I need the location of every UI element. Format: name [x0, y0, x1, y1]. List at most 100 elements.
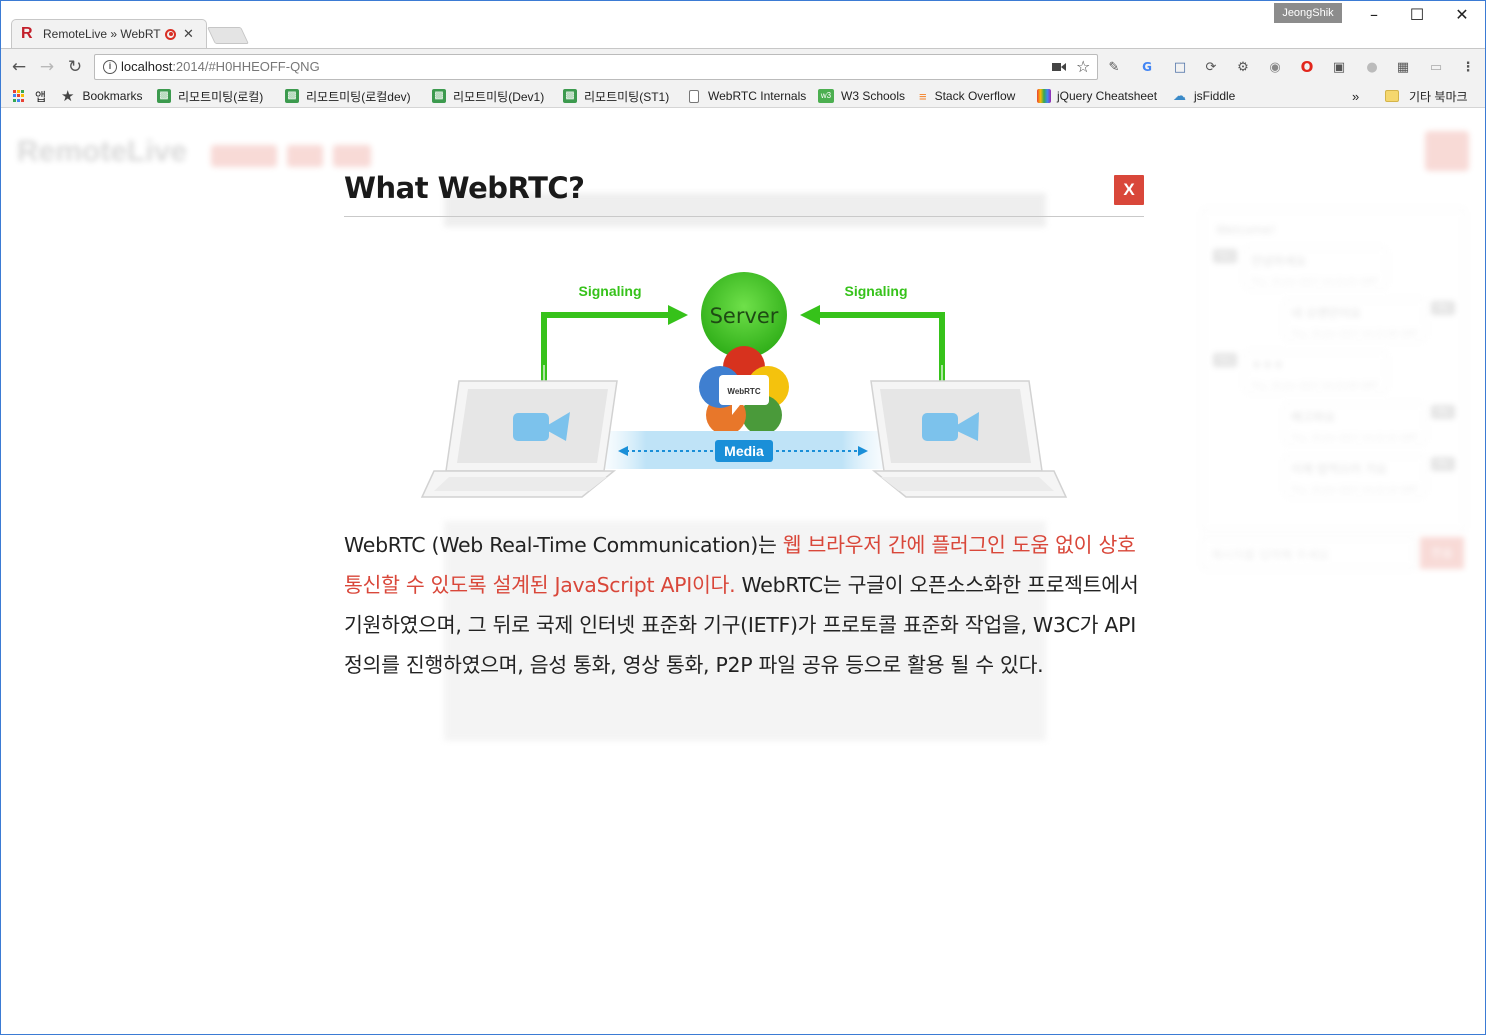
puzzle-icon[interactable]: ▣ [1330, 59, 1348, 76]
menu-dots-icon[interactable]: ⋮ [1459, 59, 1477, 76]
new-tab-button[interactable] [207, 27, 249, 44]
webrtc-logo-icon: WebRTC [699, 346, 789, 435]
chat-message: 이제 밥먹으러 가요 Thu, 15 Jun 2017 14:22:23 GMT [1284, 455, 1426, 497]
bookmark-star-icon[interactable]: ☆ [1076, 57, 1090, 76]
modal-description: WebRTC (Web Real-Time Communication)는 웹 … [344, 525, 1144, 685]
other-bookmarks-label: 기타 북마크 [1409, 89, 1468, 104]
chat-welcome: Welcome! [1216, 223, 1276, 237]
film-icon[interactable]: ▦ [1394, 59, 1412, 76]
chat-message: 안녕하세요 Thu, 15 Jun 2017 14:22:01 GMT [1244, 247, 1387, 289]
forward-arrow-icon[interactable]: → [37, 56, 57, 78]
media-band: Media [604, 431, 884, 469]
bookmark-label: W3 Schools [841, 89, 906, 103]
camera-capture-icon[interactable]: ◉ [1266, 59, 1284, 76]
bg-action-button [1425, 131, 1469, 171]
signaling-right-label: Signaling [845, 283, 908, 299]
media-label: Media [724, 443, 764, 459]
profile-badge[interactable]: JeongShik [1274, 3, 1342, 23]
bookmarks-bar: 앱 ★ Bookmarks ▩ 리모트미팅(로컬) ▩ 리모트미팅(로컬dev)… [1, 84, 1485, 108]
browser-window: R RemoteLive » WebRTC ✕ JeongShik – ☐ ✕ … [0, 0, 1486, 1035]
chat-message: 네 오랜만이요 Thu, 15 Jun 2017 14:22:06 GMT [1284, 299, 1426, 341]
bookmark-apps[interactable]: 앱 [13, 87, 46, 105]
info-icon[interactable]: i [103, 60, 117, 74]
bookmark-stackoverflow[interactable]: ≡ Stack Overflow [919, 87, 1015, 105]
apps-icon [13, 90, 25, 102]
bookmark-label: 리모트미팅(로컬) [178, 89, 264, 104]
bookmark-jquery[interactable]: jQuery Cheatsheet [1037, 87, 1157, 105]
jquery-icon [1037, 89, 1051, 103]
chat-icon: ▩ [157, 89, 171, 103]
sync-icon[interactable]: ⟳ [1202, 59, 1220, 76]
star-icon: ★ [61, 88, 75, 105]
laptop-left-icon [420, 380, 618, 498]
url-text[interactable]: localhost:2014/#H0HHEOFF-QNG [121, 59, 320, 74]
w3-icon: w3 [818, 89, 834, 103]
bookmark-label: Bookmarks [82, 89, 143, 103]
bookmark-bookmarks[interactable]: ★ Bookmarks [61, 87, 142, 105]
back-arrow-icon[interactable]: ← [9, 56, 29, 78]
camera-icon[interactable] [1052, 62, 1066, 72]
chat-sender-tag: You [1213, 353, 1237, 367]
modal-close-button[interactable]: X [1114, 175, 1144, 205]
signaling-left-label: Signaling [579, 283, 642, 299]
chat-icon: ▩ [432, 89, 446, 103]
toolbar: ← → ↻ i localhost:2014/#H0HHEOFF-QNG ☆ ✎… [1, 48, 1485, 84]
tab-close-icon[interactable]: ✕ [183, 26, 195, 42]
translate-icon[interactable]: G [1138, 59, 1156, 76]
bookmark-remote-localdev[interactable]: ▩ 리모트미팅(로컬dev) [285, 87, 411, 105]
bookmark-label: jQuery Cheatsheet [1057, 89, 1158, 103]
server-label: Server [710, 304, 779, 328]
tab-content[interactable]: R RemoteLive » WebRTC ✕ [21, 24, 201, 44]
modal-divider [344, 216, 1144, 217]
window-extension-icon[interactable]: ▭ [1427, 59, 1445, 76]
remotelive-logo-icon: R [21, 25, 33, 42]
bookmark-label: Stack Overflow [934, 89, 1016, 103]
minimize-button[interactable]: – [1359, 5, 1389, 25]
bookmark-label: 리모트미팅(Dev1) [453, 89, 545, 104]
jsfiddle-icon: ☁ [1173, 88, 1186, 103]
signaling-right-arrow [800, 305, 945, 391]
folder-icon [1385, 90, 1399, 102]
circle-extension-icon[interactable]: ● [1363, 59, 1381, 76]
webrtc-modal: What WebRTC? X Signaling Signaling Serve… [344, 163, 1144, 783]
bookmark-label: 앱 [35, 89, 47, 104]
title-bar: R RemoteLive » WebRTC ✕ JeongShik – ☐ ✕ [1, 1, 1485, 48]
chat-icon: ▩ [563, 89, 577, 103]
bookmark-label: 리모트미팅(ST1) [584, 89, 670, 104]
bookmark-label: WebRTC Internals [708, 89, 807, 103]
bookmark-label: 리모트미팅(로컬dev) [306, 89, 411, 104]
app-logo: RemoteLive [17, 135, 188, 168]
bookmark-w3schools[interactable]: w3 W3 Schools [818, 87, 905, 105]
chat-message: ㅎㅎㅎ Thu, 15 Jun 2017 14:22:09 GMT [1244, 351, 1387, 393]
stackoverflow-icon: ≡ [919, 88, 927, 104]
bookmark-remote-st1[interactable]: ▩ 리모트미팅(ST1) [563, 87, 669, 105]
bg-pill [287, 145, 323, 167]
page-icon [689, 89, 699, 103]
other-bookmarks[interactable]: 기타 북마크 [1385, 87, 1468, 105]
bookmarks-overflow-button[interactable]: » [1352, 87, 1359, 105]
webrtc-logo-label: WebRTC [727, 387, 760, 396]
chat-sender-tag: Me [1431, 301, 1455, 315]
eyedropper-icon[interactable]: ✎ [1105, 59, 1123, 76]
recording-icon [165, 28, 176, 40]
address-bar[interactable]: i localhost:2014/#H0HHEOFF-QNG ☆ [94, 54, 1098, 80]
reload-icon[interactable]: ↻ [65, 56, 85, 78]
signaling-left-arrow [541, 305, 688, 391]
close-window-button[interactable]: ✕ [1447, 5, 1477, 25]
opera-icon[interactable]: O [1298, 59, 1316, 76]
maximize-button[interactable]: ☐ [1402, 5, 1432, 25]
chat-input: 메시지를 입력해 주세요 [1202, 537, 1415, 569]
chat-send-button: 전송 [1420, 537, 1464, 569]
screenshot-icon[interactable]: □ [1171, 59, 1189, 76]
gear-icon[interactable]: ⚙ [1234, 59, 1252, 76]
webrtc-diagram: Signaling Signaling Server WebRTC Media [420, 272, 1068, 498]
bookmark-remote-dev1[interactable]: ▩ 리모트미팅(Dev1) [432, 87, 544, 105]
chat-sender-tag: You [1213, 249, 1237, 263]
bookmark-webrtc-internals[interactable]: WebRTC Internals [689, 87, 806, 105]
chat-sender-tag: Me [1431, 405, 1455, 419]
bookmark-remote-local[interactable]: ▩ 리모트미팅(로컬) [157, 87, 263, 105]
bookmark-label: jsFiddle [1194, 89, 1236, 103]
bookmark-jsfiddle[interactable]: ☁ jsFiddle [1173, 87, 1235, 105]
server-icon: Server [701, 272, 787, 358]
tab-title: RemoteLive » WebRTC [43, 27, 161, 41]
